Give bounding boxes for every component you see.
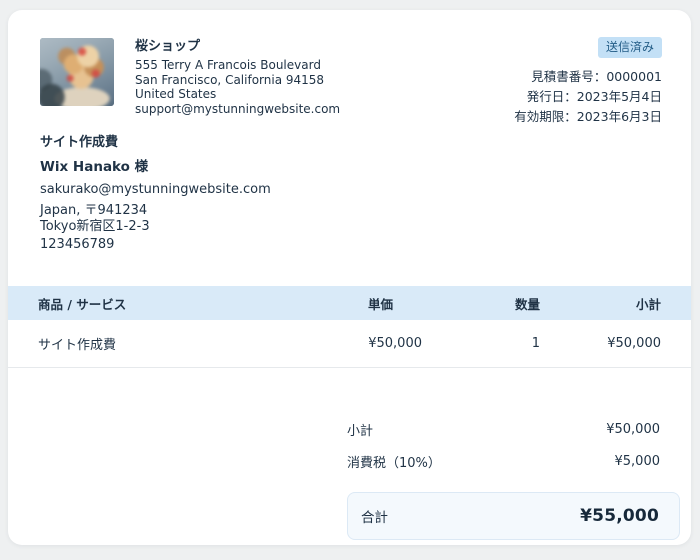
quote-meta: 見積書番号：0000001 発行日：2023年5月4日 有効期限：2023年6月… [514,67,662,127]
quote-number-value: 0000001 [606,69,662,84]
quote-card: 桜ショップ 555 Terry A Francois Boulevard San… [8,10,691,545]
items-table: 商品 / サービス 単価 数量 小計 サイト作成費 ¥50,000 1 ¥50,… [8,286,691,368]
customer-address: Japan, 〒941234 Tokyo新宿区1-2-3 [40,203,271,234]
quote-number-label: 見積書番号 [531,69,594,84]
food-photo-art [40,38,114,106]
totals-section: 小計 ¥50,000 消費税（10%） ¥5,000 合計 ¥55,000 [347,413,680,540]
company-address-line: San Francisco, California 94158 [135,72,325,87]
tax-value: ¥5,000 [614,453,661,469]
customer-info: Wix Hanako 様 sakurako@mystunningwebsite.… [40,158,271,253]
issue-date-label: 発行日 [526,89,565,104]
company-logo-photo [40,38,114,106]
customer-address-line: Japan, 〒941234 [40,203,148,218]
item-quantity: 1 [423,320,541,368]
meta-separator: ： [564,109,577,124]
company-info: 桜ショップ 555 Terry A Francois Boulevard San… [135,38,340,116]
status-badge: 送信済み [597,37,662,58]
expiry-date-value: 2023年6月3日 [576,109,662,124]
items-header-row: 商品 / サービス 単価 数量 小計 [8,286,691,320]
grand-total-box: 合計 ¥55,000 [347,492,680,540]
meta-separator: ： [593,69,607,84]
column-header-quantity: 数量 [423,286,541,320]
page-background: 桜ショップ 555 Terry A Francois Boulevard San… [0,0,700,560]
expiry-date-line: 有効期限：2023年6月3日 [514,107,662,127]
grand-total-value: ¥55,000 [580,506,659,526]
subtotal-value: ¥50,000 [606,421,660,437]
tax-row: 消費税（10%） ¥5,000 [347,445,680,477]
tax-label: 消費税（10%） [347,455,441,471]
company-address-line: 555 Terry A Francois Boulevard [135,58,321,72]
item-amount: ¥50,000 [541,320,691,368]
quote-number-line: 見積書番号：0000001 [514,67,662,87]
customer-email: sakurako@mystunningwebsite.com [40,182,271,197]
project-title: サイト作成費 [40,135,119,150]
company-email: support@mystunningwebsite.com [135,101,341,116]
issue-date-line: 発行日：2023年5月4日 [514,87,662,107]
grand-total-label: 合計 [361,510,388,526]
subtotal-label: 小計 [347,423,374,439]
issue-date-value: 2023年5月4日 [576,89,662,104]
item-row: サイト作成費 ¥50,000 1 ¥50,000 [8,320,691,368]
subtotal-row: 小計 ¥50,000 [347,413,680,445]
column-header-item: 商品 / サービス [8,286,358,320]
customer-phone: 123456789 [40,237,115,252]
item-unit-price: ¥50,000 [358,320,423,368]
customer-address-line: Tokyo新宿区1-2-3 [40,218,150,234]
item-name: サイト作成費 [8,320,358,368]
company-address-line: United States [135,87,217,102]
company-name: 桜ショップ [135,39,201,54]
customer-name: Wix Hanako 様 [40,159,149,175]
expiry-date-label: 有効期限 [514,109,565,124]
column-header-unit-price: 単価 [358,286,423,320]
column-header-subtotal: 小計 [541,286,691,320]
meta-separator: ： [564,89,577,104]
